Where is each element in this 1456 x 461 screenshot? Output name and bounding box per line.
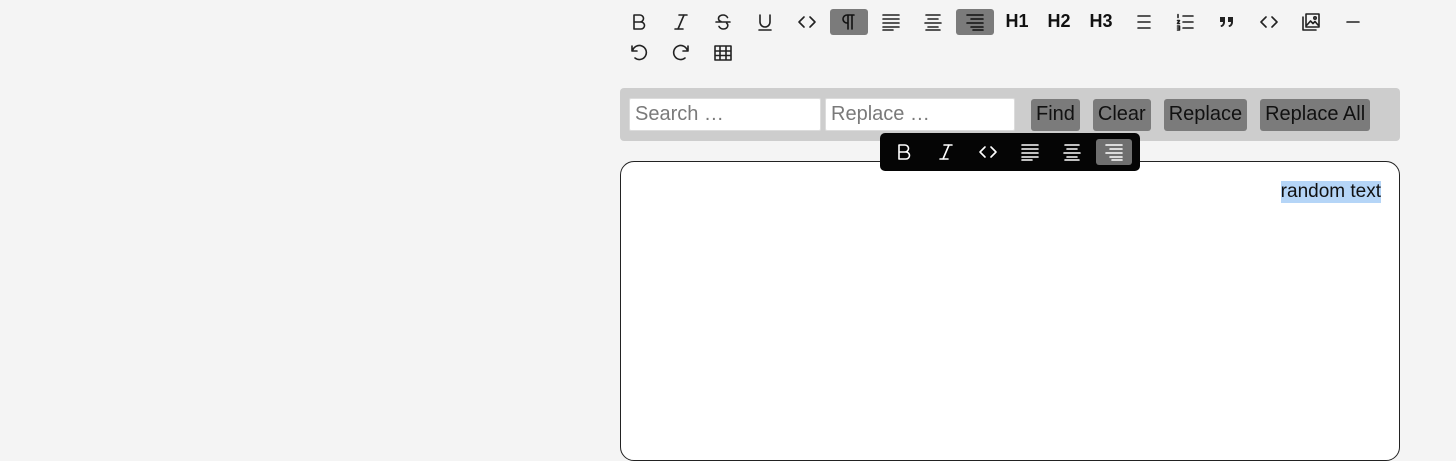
table-icon xyxy=(714,44,732,61)
bullet-list-button[interactable] xyxy=(1124,9,1162,35)
align-center-button[interactable] xyxy=(914,9,952,35)
align-center-icon xyxy=(924,13,942,31)
heading-1-button[interactable]: H1 xyxy=(998,9,1036,35)
italic-icon xyxy=(939,144,953,160)
align-left-icon xyxy=(882,13,900,31)
bold-button[interactable] xyxy=(620,9,658,35)
horizontal-rule-button[interactable] xyxy=(1334,9,1372,35)
ordered-list-icon xyxy=(1176,13,1194,31)
replace-button[interactable]: Replace xyxy=(1163,98,1248,131)
undo-button[interactable] xyxy=(620,40,658,66)
bubble-menu xyxy=(880,133,1140,171)
ordered-list-button[interactable] xyxy=(1166,9,1204,35)
heading-2-button[interactable]: H2 xyxy=(1040,9,1078,35)
search-input[interactable] xyxy=(629,98,821,131)
bubble-align-center-button[interactable] xyxy=(1054,139,1090,165)
bold-icon xyxy=(633,13,646,30)
align-center-icon xyxy=(1063,144,1081,161)
bubble-align-left-button[interactable] xyxy=(1012,139,1048,165)
find-button[interactable]: Find xyxy=(1031,98,1080,131)
replace-input[interactable] xyxy=(825,98,1015,131)
align-right-icon xyxy=(966,13,984,31)
redo-button[interactable] xyxy=(662,40,700,66)
selected-text[interactable]: random text xyxy=(1280,181,1381,203)
code-block-button[interactable] xyxy=(1250,9,1288,35)
italic-icon xyxy=(674,13,688,30)
align-right-icon xyxy=(1105,144,1123,161)
toolbar-row-1: H1 H2 H3 xyxy=(620,6,1400,37)
strikethrough-button[interactable] xyxy=(704,9,742,35)
strikethrough-icon xyxy=(715,13,731,30)
blockquote-button[interactable] xyxy=(1208,9,1246,35)
bubble-code-button[interactable] xyxy=(970,139,1006,165)
replace-all-button[interactable]: Replace All xyxy=(1260,98,1371,131)
bubble-bold-button[interactable] xyxy=(886,139,922,165)
bullet-list-icon xyxy=(1137,14,1151,29)
italic-button[interactable] xyxy=(662,9,700,35)
redo-icon xyxy=(672,44,689,60)
blockquote-icon xyxy=(1220,16,1233,27)
undo-icon xyxy=(631,44,648,60)
bubble-italic-button[interactable] xyxy=(928,139,964,165)
underline-icon xyxy=(758,13,772,31)
heading-3-button[interactable]: H3 xyxy=(1082,9,1120,35)
paragraph-icon xyxy=(842,13,855,30)
toolbar-row-2 xyxy=(620,37,1400,68)
editor-toolbar: H1 H2 H3 xyxy=(620,6,1400,68)
bold-icon xyxy=(898,144,911,160)
code-block-icon xyxy=(1260,15,1278,28)
image-icon xyxy=(1302,12,1320,31)
align-left-icon xyxy=(1021,144,1039,161)
horizontal-rule-icon xyxy=(1346,20,1360,23)
bubble-align-right-button[interactable] xyxy=(1096,139,1132,165)
paragraph-button[interactable] xyxy=(830,8,868,35)
code-icon xyxy=(798,15,816,28)
align-right-button[interactable] xyxy=(956,8,994,35)
code-icon xyxy=(979,146,997,158)
code-button[interactable] xyxy=(788,9,826,35)
align-left-button[interactable] xyxy=(872,9,910,35)
underline-button[interactable] xyxy=(746,9,784,35)
editor-content-area[interactable]: random text xyxy=(620,161,1400,461)
table-button[interactable] xyxy=(704,40,742,66)
clear-button[interactable]: Clear xyxy=(1092,98,1151,131)
image-button[interactable] xyxy=(1292,9,1330,35)
